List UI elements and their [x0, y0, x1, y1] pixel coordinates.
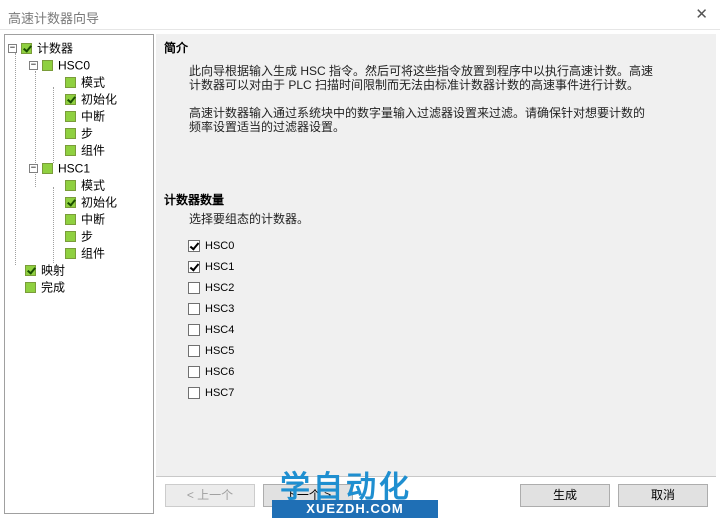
- checked-box-icon: [65, 94, 76, 106]
- title-bar: 高速计数器向导 ✕: [0, 0, 720, 30]
- intro-text: 频率设置适当的过滤器设置。: [189, 120, 346, 134]
- wizard-tree: − 计数器 − HSC0 模式 初始化 中断 步 组件 − HSC1 模式 初始化 中…: [4, 34, 154, 514]
- tree-item-finish[interactable]: 完成: [25, 279, 65, 296]
- box-icon: [65, 128, 76, 140]
- wizard-content: 简介 此向导根据输入生成 HSC 指令。然后可将这些指令放置到程序中以执行高速计…: [156, 34, 716, 476]
- checkbox-icon[interactable]: [188, 386, 200, 399]
- checkbox-icon[interactable]: [188, 344, 200, 357]
- tree-item-mapping[interactable]: 映射: [25, 262, 65, 279]
- tree-item-hsc1-init[interactable]: 初始化: [65, 194, 117, 211]
- checkbox-hsc7[interactable]: HSC7: [188, 384, 234, 400]
- checked-box-icon: [65, 197, 76, 209]
- tree-item-hsc0-interrupt[interactable]: 中断: [65, 108, 105, 125]
- box-icon: [42, 163, 53, 175]
- box-icon: [65, 231, 76, 243]
- tree-item-counters[interactable]: − 计数器: [8, 40, 73, 57]
- checkbox-icon[interactable]: [188, 281, 200, 294]
- checkbox-hsc3[interactable]: HSC3: [188, 300, 234, 316]
- cancel-button[interactable]: 取消: [618, 484, 708, 507]
- box-icon: [65, 77, 76, 89]
- intro-title: 简介: [164, 41, 189, 55]
- checkbox-icon[interactable]: [188, 365, 200, 378]
- counter-prompt: 选择要组态的计数器。: [189, 212, 310, 226]
- box-icon: [65, 248, 76, 260]
- box-icon: [65, 214, 76, 226]
- tree-item-hsc0-step[interactable]: 步: [65, 125, 93, 142]
- close-icon[interactable]: ✕: [695, 5, 708, 23]
- generate-button[interactable]: 生成: [520, 484, 610, 507]
- tree-item-hsc1-component[interactable]: 组件: [65, 245, 105, 262]
- checkbox-hsc6[interactable]: HSC6: [188, 363, 234, 379]
- tree-item-hsc0-mode[interactable]: 模式: [65, 74, 105, 91]
- tree-item-hsc1-step[interactable]: 步: [65, 228, 93, 245]
- intro-text: 高速计数器输入通过系统块中的数字量输入过滤器设置来过滤。请确保针对想要计数的: [189, 106, 646, 120]
- tree-item-hsc1-interrupt[interactable]: 中断: [65, 211, 105, 228]
- collapse-icon[interactable]: −: [29, 164, 38, 174]
- checkbox-hsc5[interactable]: HSC5: [188, 342, 234, 358]
- intro-paragraph-2: 高速计数器输入通过系统块中的数字量输入过滤器设置来过滤。请确保针对想要计数的 频…: [189, 106, 669, 134]
- box-icon: [65, 180, 76, 192]
- box-icon: [65, 145, 76, 157]
- button-separator: [156, 476, 716, 477]
- checkbox-hsc4[interactable]: HSC4: [188, 321, 234, 337]
- checked-box-icon: [21, 43, 32, 55]
- checkbox-checked-icon[interactable]: [188, 239, 200, 252]
- checkbox-icon[interactable]: [188, 302, 200, 315]
- next-button[interactable]: 下一个 >: [263, 484, 353, 507]
- tree-item-hsc0-component[interactable]: 组件: [65, 142, 105, 159]
- tree-item-hsc0[interactable]: − HSC0: [29, 57, 90, 74]
- collapse-icon[interactable]: −: [8, 44, 17, 54]
- tree-item-hsc1[interactable]: − HSC1: [29, 160, 90, 177]
- box-icon: [65, 111, 76, 123]
- intro-text: 此向导根据输入生成 HSC 指令。然后可将这些指令放置到程序中以执行高速计数。高…: [189, 64, 654, 78]
- tree-item-hsc1-mode[interactable]: 模式: [65, 177, 105, 194]
- checkbox-checked-icon[interactable]: [188, 260, 200, 273]
- checkbox-icon[interactable]: [188, 323, 200, 336]
- intro-paragraph-1: 此向导根据输入生成 HSC 指令。然后可将这些指令放置到程序中以执行高速计数。高…: [189, 64, 669, 92]
- window-title: 高速计数器向导: [8, 11, 100, 26]
- checkbox-hsc2[interactable]: HSC2: [188, 279, 234, 295]
- tree-connector: [53, 187, 54, 263]
- prev-button[interactable]: < 上一个: [165, 484, 255, 507]
- box-icon: [42, 60, 53, 72]
- collapse-icon[interactable]: −: [29, 61, 38, 71]
- checkbox-hsc0[interactable]: HSC0: [188, 237, 234, 253]
- tree-connector: [15, 53, 16, 265]
- checkbox-hsc1[interactable]: HSC1: [188, 258, 234, 274]
- tree-item-hsc0-init[interactable]: 初始化: [65, 91, 117, 108]
- counter-count-title: 计数器数量: [164, 193, 225, 207]
- intro-text: 计数器可以对由于 PLC 扫描时间限制而无法由标准计数器计数的高速事件进行计数。: [189, 78, 640, 92]
- tree-connector: [53, 87, 54, 163]
- checked-box-icon: [25, 265, 36, 277]
- box-icon: [25, 282, 36, 294]
